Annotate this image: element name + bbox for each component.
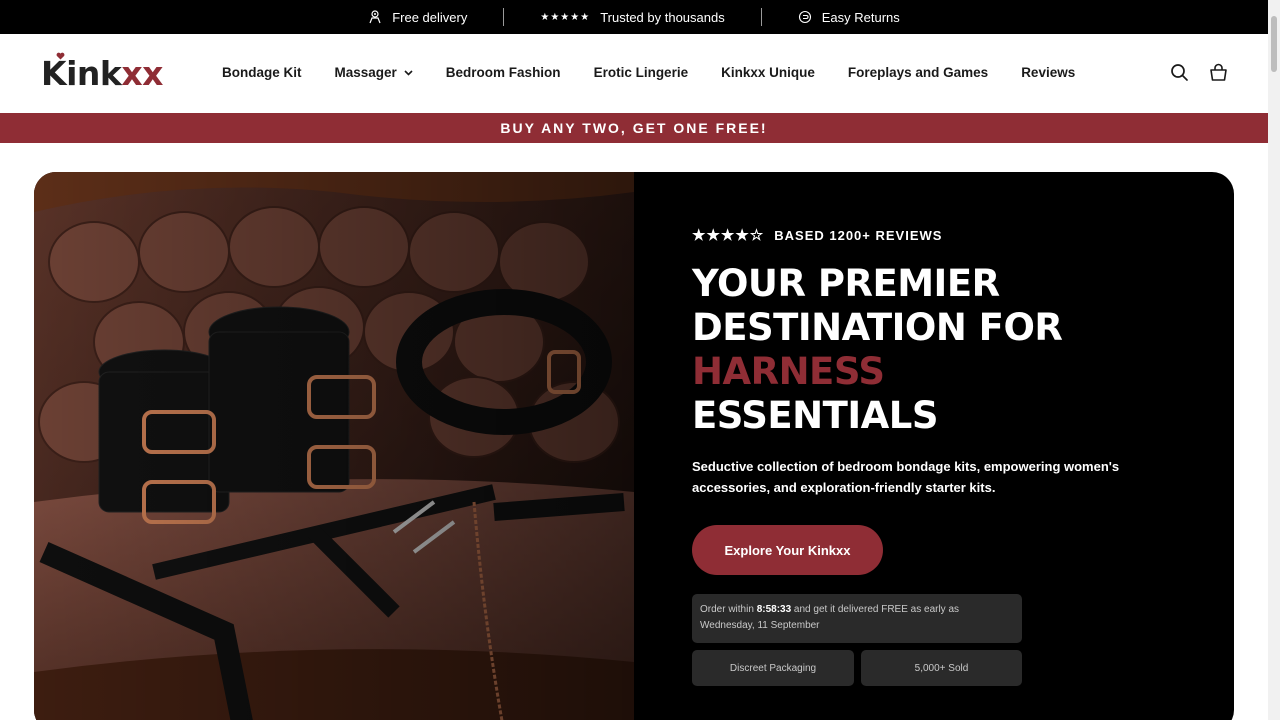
- logo-accent: xx: [121, 54, 163, 93]
- announcement-returns-text: Easy Returns: [821, 9, 900, 25]
- hero-section: ★★★★☆ BASED 1200+ REVIEWS YOUR PREMIER D…: [34, 172, 1234, 720]
- nav-item-bedroom-fashion[interactable]: Bedroom Fashion: [446, 65, 561, 80]
- explore-button-label: Explore Your Kinkxx: [724, 542, 851, 558]
- nav-item-label: Foreplays and Games: [847, 65, 989, 80]
- main-nav: Bondage Kit Massager Bedroom Fashion Ero…: [222, 65, 1075, 80]
- hero-rating: ★★★★☆ BASED 1200+ REVIEWS: [692, 226, 942, 244]
- nav-item-foreplays-and-games[interactable]: Foreplays and Games: [848, 65, 988, 80]
- search-icon[interactable]: [1170, 63, 1189, 82]
- delivery-info-box: Order within 8:58:33 and get it delivere…: [692, 594, 1022, 643]
- cart-icon[interactable]: [1209, 63, 1228, 82]
- promo-text: BUY ANY TWO, GET ONE FREE!: [500, 120, 768, 136]
- nav-item-bondage-kit[interactable]: Bondage Kit: [222, 65, 302, 80]
- order-countdown: 8:58:33: [756, 604, 792, 615]
- logo-main: Kink: [41, 54, 122, 93]
- announcement-free-delivery: Free delivery: [332, 10, 503, 25]
- announcement-trusted-text: Trusted by thousands: [600, 9, 725, 25]
- sold-count-badge: 5,000+ Sold: [861, 650, 1022, 686]
- delivery-icon: [368, 10, 382, 24]
- discreet-packaging-badge: Discreet Packaging: [692, 650, 854, 686]
- hero-content: ★★★★☆ BASED 1200+ REVIEWS YOUR PREMIER D…: [692, 172, 1212, 720]
- header-actions: [1170, 63, 1228, 82]
- logo[interactable]: Kink xx: [41, 52, 163, 93]
- scrollbar-thumb[interactable]: [1271, 16, 1277, 72]
- hero-product-image: [34, 172, 634, 720]
- headline-accent: HARNESS: [692, 350, 885, 393]
- order-prefix: Order within: [700, 604, 757, 615]
- nav-item-reviews[interactable]: Reviews: [1021, 65, 1075, 80]
- stars-icon: ★★★★★: [540, 11, 591, 23]
- headline-line: ESSENTIALS: [692, 394, 939, 437]
- nav-item-kinkxx-unique[interactable]: Kinkxx Unique: [721, 65, 815, 80]
- nav-item-label: Bedroom Fashion: [445, 65, 561, 80]
- stars-icon: ★★★★☆: [692, 227, 765, 244]
- explore-button[interactable]: Explore Your Kinkxx: [692, 525, 883, 575]
- hero-headline: YOUR PREMIER DESTINATION FOR HARNESS ESS…: [692, 262, 1063, 438]
- chevron-down-icon: [404, 69, 413, 76]
- rating-text: BASED 1200+ REVIEWS: [774, 227, 943, 243]
- announcement-returns: Easy Returns: [762, 10, 936, 25]
- headline-line: DESTINATION FOR: [692, 306, 1063, 349]
- heart-icon: [56, 52, 65, 60]
- nav-item-label: Bondage Kit: [222, 65, 302, 80]
- chip-label: 5,000+ Sold: [914, 662, 969, 674]
- announcement-bar: Free delivery ★★★★★ Trusted by thousands…: [0, 0, 1268, 34]
- nav-item-label: Massager: [334, 65, 397, 80]
- nav-item-massager[interactable]: Massager: [335, 65, 413, 80]
- headline-line: YOUR PREMIER: [692, 262, 1000, 305]
- site-header: Kink xx Bondage Kit Massager Bedroom Fash…: [0, 34, 1268, 113]
- returns-icon: [798, 10, 812, 24]
- chip-label: Discreet Packaging: [729, 662, 817, 674]
- hero-description: Seductive collection of bedroom bondage …: [692, 459, 1120, 495]
- nav-item-erotic-lingerie[interactable]: Erotic Lingerie: [594, 65, 689, 80]
- nav-item-label: Reviews: [1021, 65, 1076, 80]
- page-scrollbar[interactable]: [1268, 0, 1280, 720]
- announcement-trusted: ★★★★★ Trusted by thousands: [504, 10, 760, 25]
- page: Free delivery ★★★★★ Trusted by thousands…: [0, 0, 1280, 720]
- nav-item-label: Erotic Lingerie: [593, 65, 689, 80]
- nav-item-label: Kinkxx Unique: [721, 65, 815, 80]
- promo-banner[interactable]: BUY ANY TWO, GET ONE FREE!: [0, 113, 1268, 143]
- announcement-free-delivery-text: Free delivery: [392, 9, 468, 25]
